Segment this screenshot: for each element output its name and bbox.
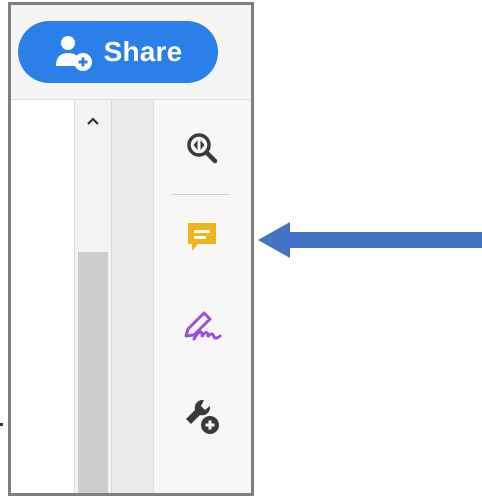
- more-tools-icon: [186, 399, 219, 434]
- tools-separator: [172, 194, 230, 195]
- scroll-up-button[interactable]: [75, 106, 111, 136]
- share-button-label: Share: [103, 36, 183, 67]
- share-button[interactable]: Share: [18, 21, 218, 83]
- comment-icon: [188, 223, 216, 251]
- tools-rail: [154, 100, 251, 493]
- panel-gutter: [112, 100, 154, 493]
- chevron-up-icon: [87, 117, 99, 125]
- comment-tool-button[interactable]: [176, 212, 228, 264]
- scrollbar-thumb[interactable]: [78, 252, 108, 493]
- zoom-tool-button[interactable]: [176, 122, 228, 174]
- vertical-scrollbar[interactable]: [74, 100, 112, 493]
- zoom-icon: [187, 133, 218, 164]
- right-pane: Share: [8, 2, 254, 496]
- stray-dot: [0, 423, 3, 426]
- arrow-left-icon: [258, 222, 482, 258]
- add-user-icon: [55, 36, 92, 71]
- fill-and-sign-icon: [184, 311, 222, 341]
- more-tools-button[interactable]: [176, 390, 228, 442]
- document-area: [11, 100, 74, 493]
- fill-and-sign-tool-button[interactable]: [176, 300, 228, 352]
